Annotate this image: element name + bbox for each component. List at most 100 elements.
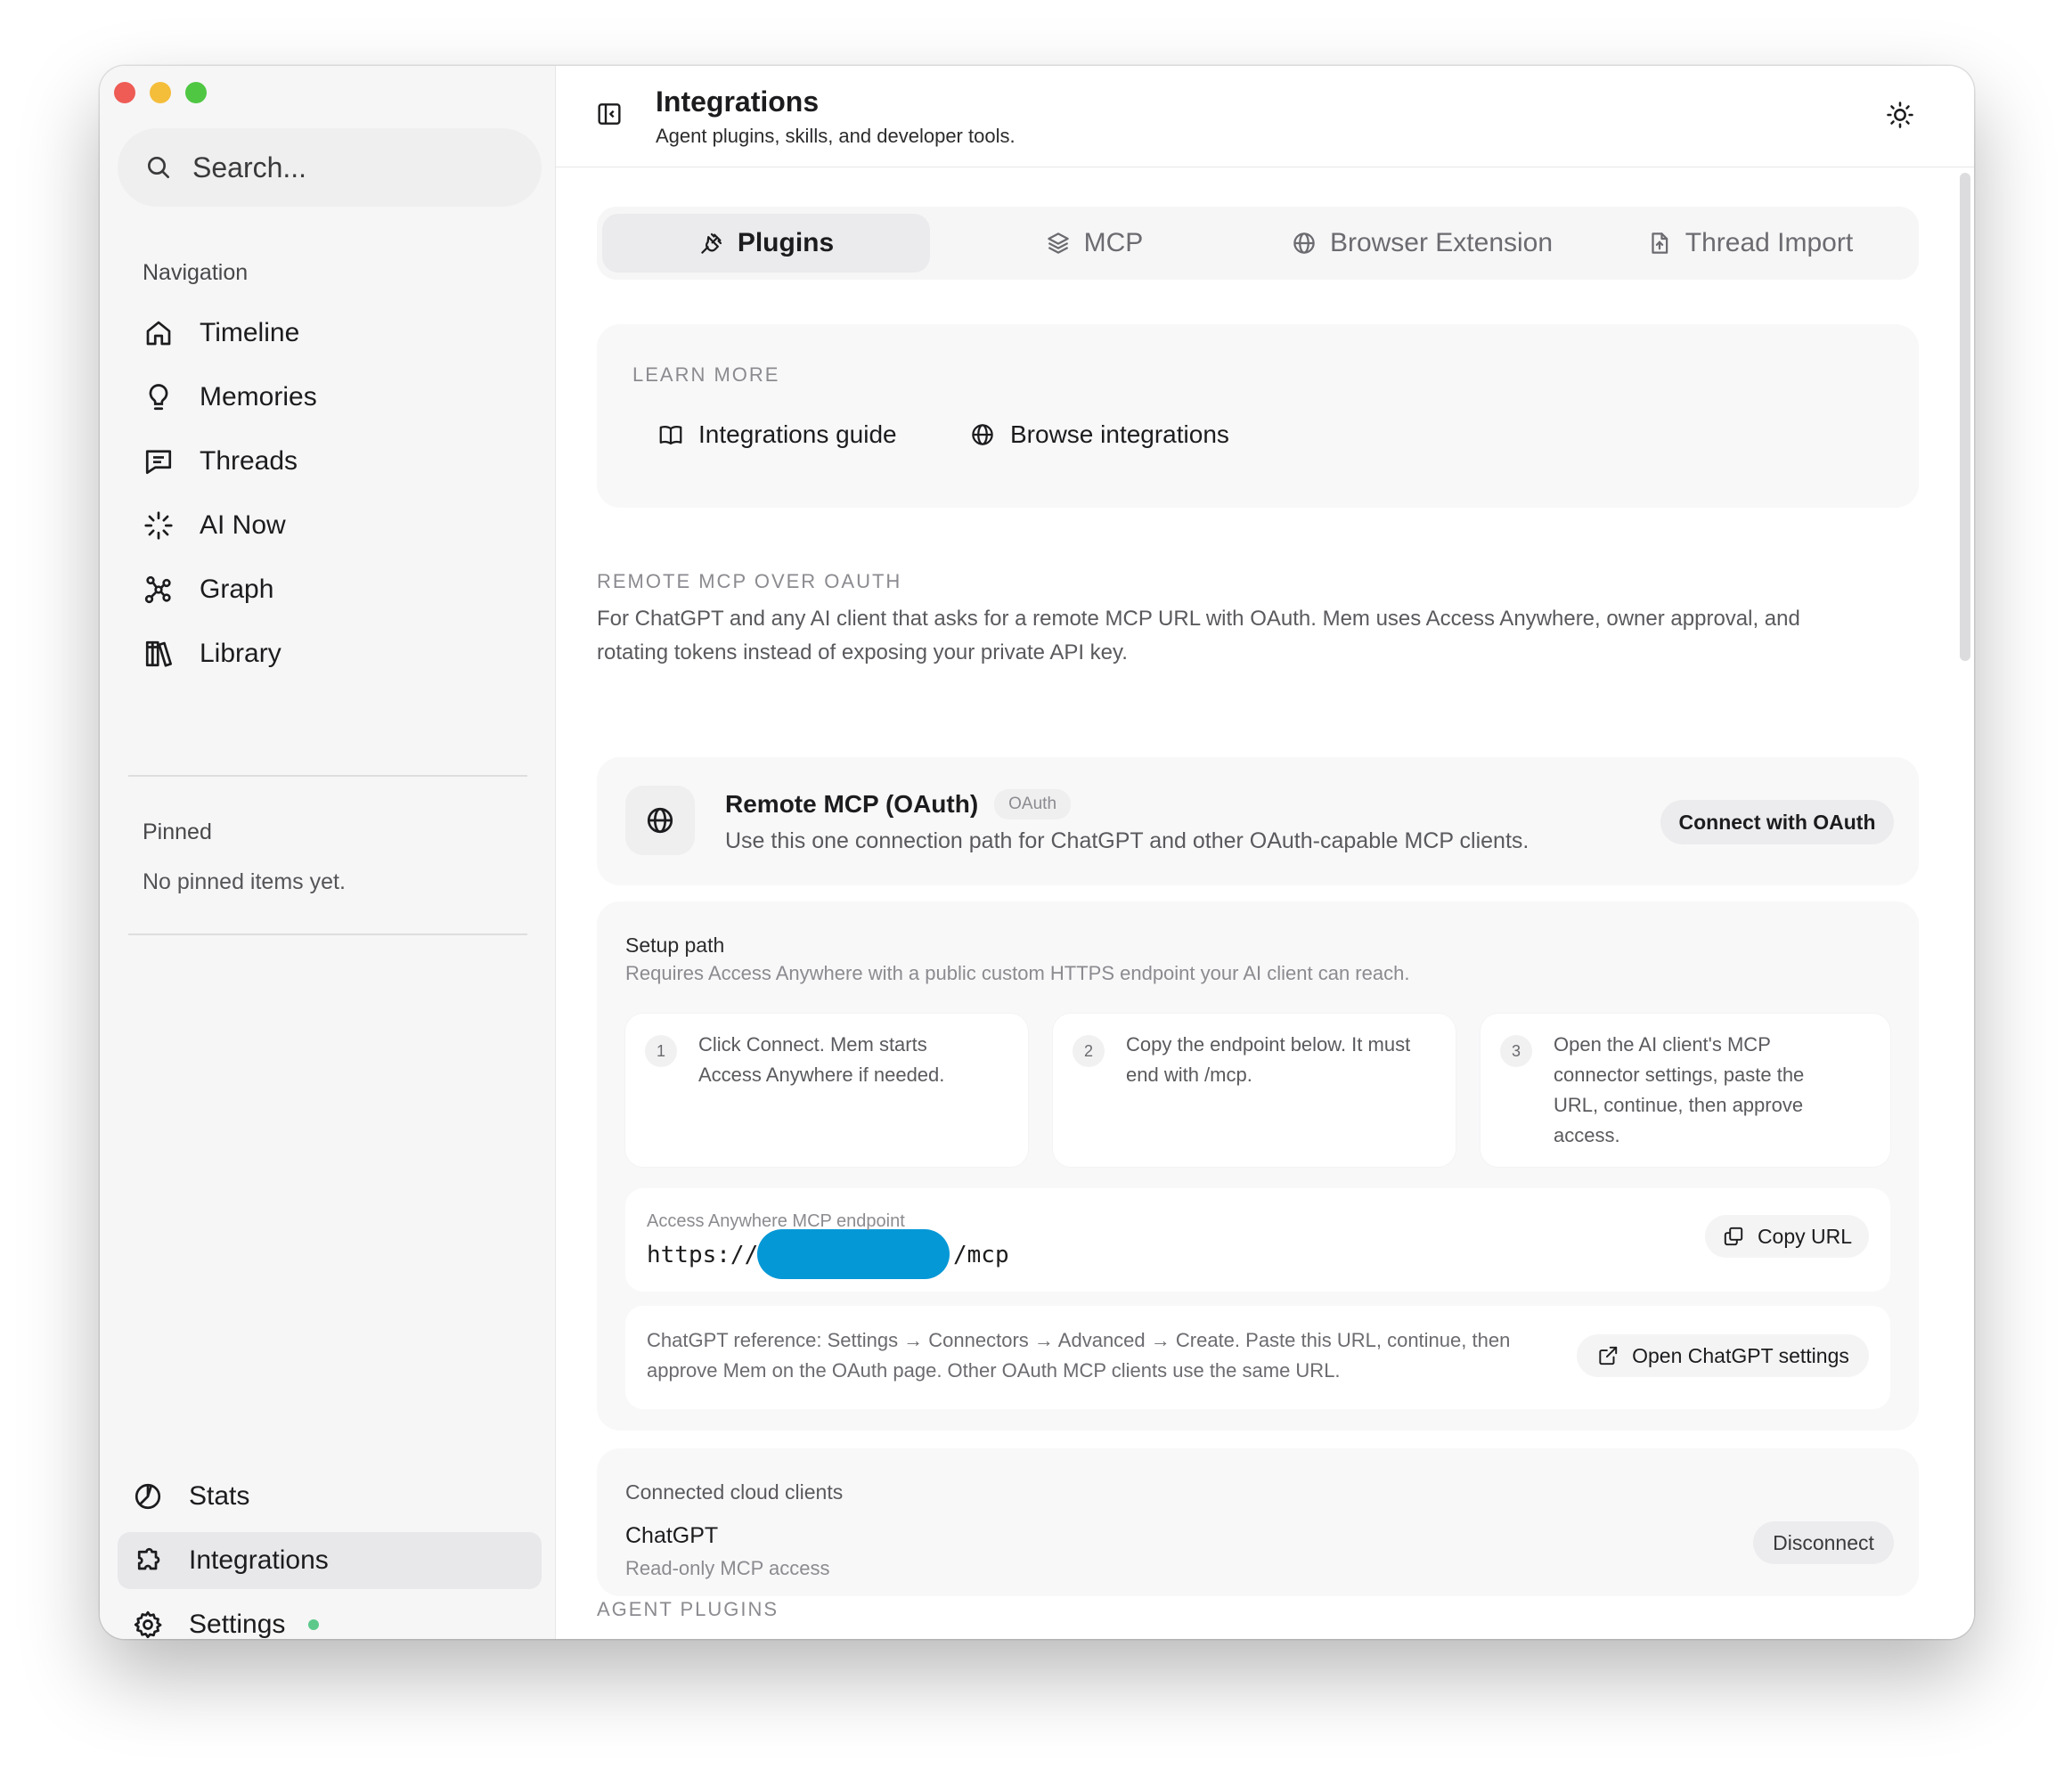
app-window: Search... Navigation Timeline Memories T…	[100, 66, 1974, 1639]
tab-mcp[interactable]: MCP	[930, 214, 1258, 273]
step-line: URL, continue, then approve	[1554, 1094, 1804, 1116]
integrations-guide-link[interactable]: Integrations guide	[657, 420, 897, 449]
endpoint-prefix: https://	[647, 1242, 759, 1268]
connect-oauth-button[interactable]: Connect with OAuth	[1660, 800, 1894, 844]
step-line: Click Connect. Mem starts	[698, 1033, 927, 1056]
step-line: end with /mcp.	[1126, 1064, 1252, 1086]
remote-mcp-title-row: Remote MCP (OAuth) OAuth	[725, 789, 1072, 819]
endpoint-label: Access Anywhere MCP endpoint	[647, 1211, 905, 1231]
book-icon	[659, 425, 682, 445]
home-icon	[146, 321, 171, 346]
link-label: Browse integrations	[1010, 420, 1229, 448]
header: Integrations Agent plugins, skills, and …	[556, 66, 1974, 167]
lightbulb-icon	[149, 384, 168, 411]
puzzle-icon	[137, 1547, 160, 1570]
main-content: Integrations Agent plugins, skills, and …	[556, 66, 1974, 1639]
sidebar-toggle-icon[interactable]	[595, 100, 624, 128]
link-label: Integrations guide	[698, 420, 897, 448]
search-icon	[148, 157, 169, 178]
copy-url-button[interactable]: Copy URL	[1705, 1215, 1869, 1258]
step-line: Open the AI client's MCP	[1554, 1033, 1771, 1056]
zoom-window-button[interactable]	[185, 82, 207, 103]
step-text: Copy the endpoint below. It must end wit…	[1126, 1030, 1436, 1090]
chat-icon	[145, 450, 172, 475]
step-text: Open the AI client's MCP connector setti…	[1554, 1030, 1871, 1151]
tab-label: Thread Import	[1685, 228, 1854, 257]
disconnect-button[interactable]: Disconnect	[1753, 1521, 1894, 1564]
remote-mcp-title: Remote MCP (OAuth)	[725, 790, 979, 818]
step-line: Access Anywhere if needed.	[698, 1064, 945, 1086]
search-input[interactable]: Search...	[118, 128, 542, 207]
setup-step-3: 3 Open the AI client's MCP connector set…	[1481, 1014, 1890, 1167]
sidebar-item-label: Threads	[200, 446, 298, 476]
client-name: ChatGPT	[625, 1523, 719, 1548]
sidebar-item-stats[interactable]: Stats	[118, 1468, 542, 1525]
globe-icon	[972, 424, 993, 445]
sidebar-item-settings[interactable]: Settings	[118, 1596, 542, 1639]
scrollbar[interactable]	[1960, 173, 1970, 661]
open-chatgpt-settings-button[interactable]: Open ChatGPT settings	[1577, 1334, 1869, 1377]
search-placeholder: Search...	[192, 151, 307, 183]
step-text: Click Connect. Mem starts Access Anywher…	[698, 1030, 1008, 1090]
remote-mcp-card: Remote MCP (OAuth) OAuth Use this one co…	[597, 757, 1919, 885]
pie-chart-icon	[135, 1483, 161, 1510]
oauth-badge: OAuth	[994, 789, 1072, 819]
sidebar-item-label: Stats	[189, 1481, 250, 1511]
layers-icon	[1047, 232, 1069, 254]
connected-clients-title: Connected cloud clients	[625, 1480, 844, 1504]
sidebar-item-memories[interactable]: Memories	[118, 369, 542, 426]
library-icon	[145, 640, 172, 667]
step-line: connector settings, paste the	[1554, 1064, 1805, 1086]
chatgpt-reference-text: ChatGPT reference: Settings → Connectors…	[647, 1325, 1510, 1386]
sidebar-item-integrations[interactable]: Integrations	[118, 1532, 542, 1589]
graph-icon	[144, 575, 171, 604]
tab-label: Plugins	[737, 228, 835, 257]
tab-browser-extension[interactable]: Browser Extension	[1258, 214, 1586, 273]
reference-line: ChatGPT reference: Settings → Connectors…	[647, 1329, 1511, 1351]
learn-more-heading: LEARN MORE	[632, 363, 780, 386]
client-access: Read-only MCP access	[625, 1557, 830, 1579]
spinner-icon	[144, 511, 173, 540]
remote-mcp-desc: Use this one connection path for ChatGPT…	[725, 828, 1530, 853]
setup-subtitle: Requires Access Anywhere with a public c…	[625, 962, 1410, 984]
sidebar-item-label: Graph	[200, 575, 274, 604]
remote-mcp-icon-tile	[625, 786, 695, 855]
close-window-button[interactable]	[114, 82, 135, 103]
setup-path-card: Setup path Requires Access Anywhere with…	[597, 901, 1919, 1431]
sidebar-item-threads[interactable]: Threads	[118, 433, 542, 490]
learn-more-card: LEARN MORE Integrations guide Browse int…	[597, 324, 1919, 508]
step-line: Copy the endpoint below. It must	[1126, 1033, 1411, 1056]
pinned-empty-text: No pinned items yet.	[143, 869, 346, 894]
theme-toggle-icon[interactable]	[1885, 100, 1915, 130]
sidebar-item-library[interactable]: Library	[118, 625, 542, 682]
sidebar-divider	[128, 775, 527, 777]
sidebar-item-label: Library	[200, 639, 281, 668]
file-import-icon	[1652, 232, 1668, 254]
sidebar-item-ai-now[interactable]: AI Now	[118, 497, 542, 554]
pinned-label: Pinned	[143, 819, 212, 844]
settings-status-dot	[308, 1619, 320, 1630]
tab-label: Browser Extension	[1329, 228, 1554, 257]
globe-icon	[1293, 232, 1315, 254]
external-link-icon	[1599, 1346, 1618, 1365]
sidebar-item-timeline[interactable]: Timeline	[118, 305, 542, 362]
step-number: 2	[1073, 1035, 1105, 1067]
description-line: rotating tokens instead of exposing your…	[597, 640, 1128, 664]
tab-plugins[interactable]: Plugins	[602, 214, 930, 273]
page-title: Integrations	[656, 86, 820, 118]
redacted-hostname	[757, 1229, 950, 1279]
remote-mcp-heading: REMOTE MCP OVER OAUTH	[597, 570, 902, 592]
sidebar-item-graph[interactable]: Graph	[118, 561, 542, 618]
step-number: 1	[645, 1035, 677, 1067]
browse-integrations-link[interactable]: Browse integrations	[969, 420, 1229, 449]
window-controls	[114, 82, 207, 103]
sidebar-item-label: Memories	[200, 382, 317, 412]
sidebar: Search... Navigation Timeline Memories T…	[100, 66, 556, 1639]
plug-icon	[701, 232, 722, 254]
sidebar-item-label: Integrations	[189, 1545, 329, 1575]
endpoint-box: Access Anywhere MCP endpoint https:// /m…	[625, 1188, 1890, 1292]
setup-step-1: 1 Click Connect. Mem starts Access Anywh…	[625, 1014, 1028, 1167]
tab-thread-import[interactable]: Thread Import	[1586, 214, 1913, 273]
sidebar-item-label: Settings	[189, 1610, 286, 1639]
minimize-window-button[interactable]	[150, 82, 171, 103]
